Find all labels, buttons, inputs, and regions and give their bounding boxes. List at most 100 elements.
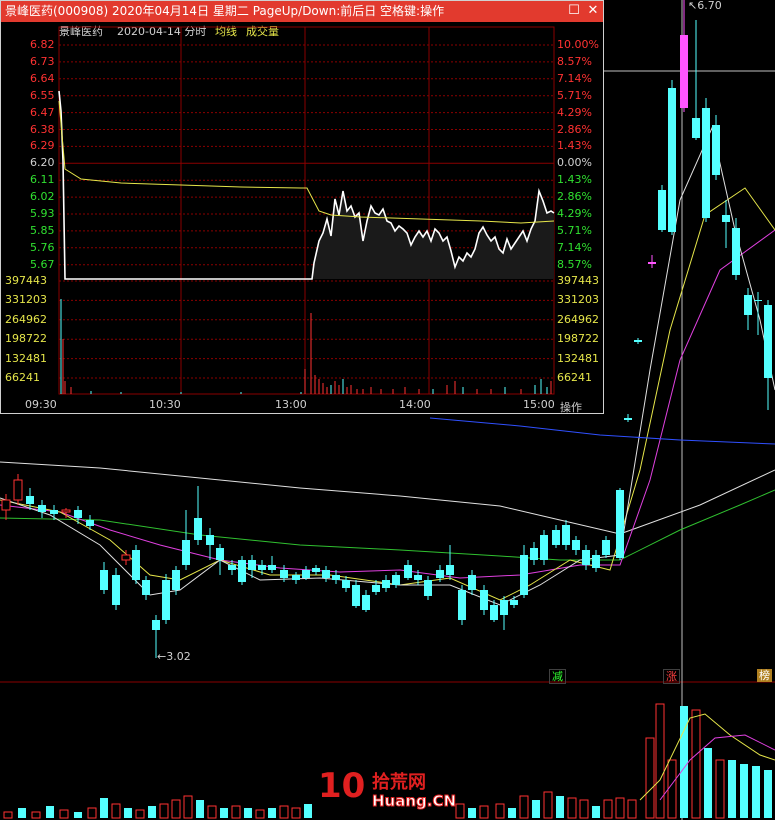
volume-bar	[468, 808, 476, 818]
volume-bar	[18, 808, 26, 818]
volume-bar	[764, 770, 772, 818]
candle-body	[100, 570, 108, 590]
volume-bar	[207, 805, 217, 819]
price-axis-label: 6.47	[30, 105, 55, 119]
volume-bar	[728, 760, 736, 818]
percent-axis-label: 8.57%	[557, 54, 592, 68]
candle-body	[692, 118, 700, 138]
percent-axis-label: 5.71%	[557, 223, 592, 237]
volume-bar	[231, 805, 241, 819]
volume-bar	[479, 805, 489, 819]
candle-body	[162, 580, 170, 620]
volume-bar	[196, 800, 204, 818]
volume-bar	[3, 811, 13, 819]
intraday-chart[interactable]	[1, 23, 603, 415]
volume-bar	[645, 737, 655, 819]
badge-reduce[interactable]: 减	[549, 669, 566, 684]
percent-axis-label: 5.71%	[557, 88, 592, 102]
candle-body	[658, 190, 666, 230]
volume-axis-label-left: 66241	[5, 371, 40, 384]
candle-body	[142, 580, 150, 595]
volume-bar	[519, 795, 529, 819]
volume-bar	[704, 748, 712, 818]
volume-bar	[532, 800, 540, 818]
candle-body	[172, 570, 180, 590]
candle-body	[602, 540, 610, 555]
percent-axis-label: 4.29%	[557, 105, 592, 119]
percent-axis-label: 1.43%	[557, 173, 592, 187]
candle-body	[490, 605, 498, 620]
candle-body	[404, 565, 412, 578]
candle-body	[722, 215, 730, 222]
volume-bar	[592, 806, 600, 818]
price-axis-label: 5.93	[30, 207, 55, 220]
candle-body	[562, 525, 570, 545]
candle-body	[206, 535, 214, 545]
price-axis-label: 6.20	[30, 156, 55, 170]
volume-bar	[667, 759, 677, 819]
volume-bar	[46, 806, 54, 818]
candle-body	[754, 300, 762, 301]
volume-bar	[255, 809, 265, 819]
volume-bar	[567, 797, 577, 819]
price-axis-label: 6.73	[30, 54, 55, 68]
candle-body	[248, 560, 256, 570]
time-axis-label: 09:30	[25, 398, 57, 411]
percent-axis-label: 4.29%	[557, 207, 592, 220]
candle-body	[616, 490, 624, 558]
candle-body	[362, 595, 370, 610]
volume-axis-label-left: 198722	[5, 332, 47, 346]
popup-title: 景峰医药(000908) 2020年04月14日 星期二 PageUp/Down…	[5, 4, 445, 18]
close-button[interactable]: ✕	[586, 4, 600, 18]
volume-bar	[495, 803, 505, 819]
intraday-popup[interactable]: 景峰医药(000908) 2020年04月14日 星期二 PageUp/Down…	[0, 0, 604, 414]
badge-rank[interactable]: 榜	[757, 669, 772, 682]
maximize-button[interactable]: ☐	[567, 4, 581, 18]
candle-body	[194, 518, 202, 540]
popup-title-bar[interactable]: 景峰医药(000908) 2020年04月14日 星期二 PageUp/Down…	[1, 1, 603, 22]
volume-bar	[171, 799, 181, 819]
watermark-en: Huang.CN	[371, 792, 457, 811]
candle-body	[238, 560, 246, 582]
percent-axis-label: 7.14%	[557, 71, 592, 85]
percent-axis-label: 8.57%	[557, 257, 592, 271]
operate-button[interactable]: 操作	[560, 399, 582, 415]
candle-body	[302, 570, 310, 578]
candle-body	[372, 585, 380, 592]
volume-bar	[691, 709, 701, 819]
price-axis-label: 6.02	[30, 190, 55, 204]
volume-bar	[291, 807, 301, 819]
candle-body	[510, 600, 518, 605]
percent-axis-label: 10.00%	[557, 38, 599, 51]
candle-body	[292, 575, 300, 580]
volume-bar	[220, 808, 228, 818]
price-axis-label: 6.64	[30, 71, 55, 85]
volume-bar	[556, 796, 564, 818]
volume-bar	[655, 703, 665, 819]
candle-body	[182, 540, 190, 565]
volume-bar	[59, 809, 69, 819]
percent-axis-label: 0.00%	[557, 156, 592, 170]
arrow-left-icon: ←	[157, 650, 167, 663]
volume-bar	[87, 807, 97, 819]
candle-body	[552, 530, 560, 545]
candle-body	[228, 565, 236, 570]
volume-bar	[159, 803, 169, 819]
candle-body	[258, 565, 266, 570]
price-axis-label: 6.82	[30, 38, 55, 51]
candle-body	[414, 575, 422, 580]
candle-body	[572, 540, 580, 550]
high-price-label: ↖6.70	[688, 0, 722, 12]
time-axis-label: 15:00	[523, 398, 555, 411]
candle-body	[764, 305, 772, 378]
candle-body	[13, 479, 23, 501]
volume-bar	[615, 797, 625, 819]
price-axis-label: 6.55	[30, 88, 55, 102]
candle-body	[392, 575, 400, 585]
candle-body	[468, 575, 476, 590]
badge-limit-up[interactable]: 涨	[663, 669, 680, 684]
volume-bar	[244, 808, 252, 818]
candle-body	[61, 509, 71, 513]
volume-bar	[680, 706, 688, 818]
ma-green	[0, 489, 775, 561]
